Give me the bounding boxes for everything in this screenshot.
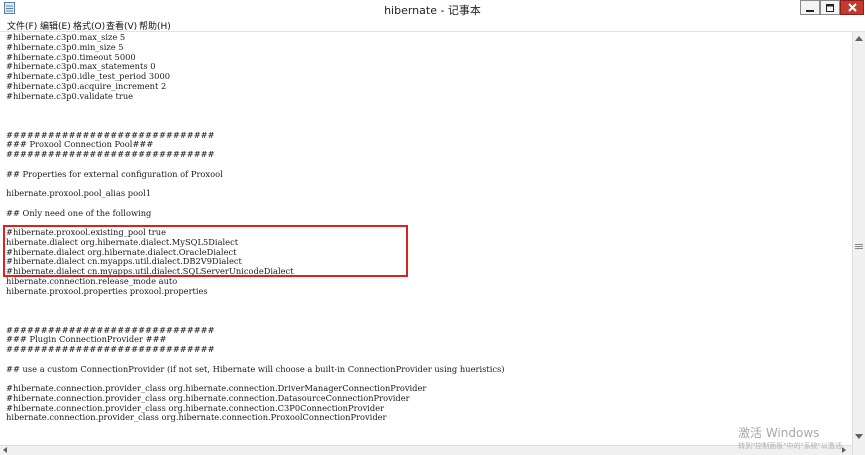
scroll-right-icon[interactable]	[842, 447, 846, 453]
close-button[interactable]	[840, 0, 864, 15]
menu-edit[interactable]: 编辑(E)	[40, 19, 71, 32]
menu-bar: 文件(F) 编辑(E) 格式(O) 查看(V) 帮助(H)	[0, 17, 865, 32]
editor-content[interactable]: #hibernate.c3p0.max_size 5 #hibernate.c3p…	[6, 32, 505, 423]
horizontal-scrollbar[interactable]	[0, 445, 852, 455]
maximize-button[interactable]	[820, 0, 840, 15]
editor-line: hibernate.connection.provider_class org.…	[6, 412, 387, 423]
menu-help[interactable]: 帮助(H)	[139, 19, 171, 32]
close-icon	[847, 3, 857, 12]
minimize-button[interactable]	[800, 0, 820, 15]
editor-line: #hibernate.c3p0.validate true	[6, 90, 134, 101]
menu-view[interactable]: 查看(V)	[106, 19, 137, 32]
editor-line: ## Properties for external configuration…	[6, 168, 223, 179]
editor-line: hibernate.proxool.properties proxool.pro…	[6, 285, 208, 296]
activation-watermark-title: 激活 Windows	[738, 426, 820, 440]
activation-watermark-subtitle: 转到"控制面板"中的"系统"以激活	[738, 442, 842, 450]
scroll-down-icon[interactable]	[855, 434, 863, 439]
maximize-icon	[826, 3, 834, 12]
scroll-thumb[interactable]	[855, 242, 863, 250]
title-bar: hibernate - 记事本	[0, 0, 865, 18]
menu-format[interactable]: 格式(O)	[73, 19, 105, 32]
menu-file[interactable]: 文件(F)	[7, 19, 37, 32]
minimize-icon	[806, 9, 814, 12]
scroll-left-icon[interactable]	[3, 447, 7, 453]
editor-line: hibernate.proxool.pool_alias pool1	[6, 188, 152, 198]
editor-line: ## Only need one of the following	[6, 207, 152, 218]
vertical-scrollbar[interactable]	[852, 32, 865, 455]
editor-line: ##############################	[6, 344, 215, 354]
editor-line: ## use a custom ConnectionProvider (if n…	[6, 363, 505, 374]
window-title: hibernate - 记事本	[384, 4, 481, 17]
editor-line: ##############################	[6, 149, 215, 159]
text-editor[interactable]: #hibernate.c3p0.max_size 5 #hibernate.c3p…	[0, 32, 852, 445]
scroll-up-icon[interactable]	[855, 36, 863, 41]
